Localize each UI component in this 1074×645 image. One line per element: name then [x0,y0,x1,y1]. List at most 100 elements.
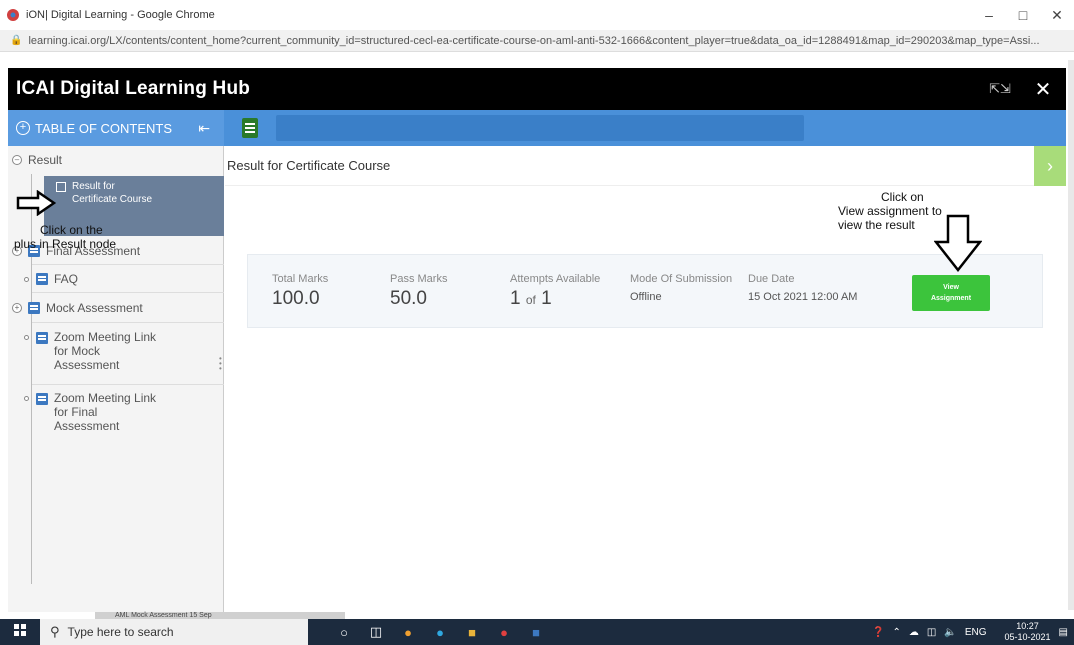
url-text[interactable]: learning.icai.org/LX/contents/content_ho… [28,35,1039,47]
help-icon[interactable]: ❓ [872,627,884,638]
label-line: Zoom Meeting Link [54,391,157,405]
fullscreen-icon[interactable]: ⇱⇲ [980,81,1020,97]
annotation-left-1: Click on the [40,223,103,237]
volume-icon[interactable]: 🔈 [944,627,956,638]
sidebar-item-label: FAQ [54,272,79,286]
button-line: View [943,284,959,291]
taskbar-apps: ○ ◫ ● ● ■ ● ■ [328,624,552,640]
divider [32,384,224,385]
mode-value: Offline [630,291,662,303]
label-line: Zoom Meeting Link [54,330,157,344]
onedrive-icon[interactable]: ☁ [909,627,919,638]
sidebar-item-faq[interactable]: FAQ [22,272,78,286]
sidebar-item-mock-assessment[interactable]: + Mock Assessment [12,301,143,315]
sidebar-item-label-selected: Result for Certificate Course [72,180,152,206]
search-icon: ⚲ [50,624,60,639]
sidebar-item-label: Mock Assessment [46,301,143,315]
page-title: Result for Certificate Course [225,146,1066,186]
minus-circle-icon[interactable]: – [12,155,22,165]
plus-circle-icon: + [16,121,30,135]
attempts-of: of [525,293,536,307]
edge-icon[interactable]: ● [424,625,456,640]
next-arrow-button[interactable]: › [1034,146,1066,186]
tree-connector [31,174,32,584]
selected-line-1: Result for [72,181,115,192]
due-date-field: Due Date 15 Oct 2021 12:00 AM [748,273,857,303]
cortana-icon[interactable]: ○ [328,625,360,640]
chevron-up-icon[interactable]: ⌃ [893,627,901,638]
file-explorer-icon[interactable]: ■ [456,625,488,640]
mode-field: Mode Of Submission Offline [630,273,732,303]
label-line: for Mock [54,344,101,358]
sidebar-item-label: Zoom Meeting Link for Mock Assessment [54,330,156,372]
page-scrollbar[interactable] [1068,60,1074,610]
content-toolbar: + TABLE OF CONTENTS ⇤ [8,110,1066,146]
page-icon [36,332,48,344]
page-icon [36,393,48,405]
pass-marks-label: Pass Marks [390,273,448,285]
annotation-right-2: View assignment to [838,204,942,218]
plus-circle-icon[interactable]: + [12,303,22,313]
annotation-left-2: plus in Result node [14,237,117,251]
taskbar-search-box[interactable]: ⚲ Type here to search [40,619,308,645]
chrome-taskbar-icon[interactable]: ● [488,625,520,640]
network-icon[interactable]: ◫ [927,627,936,638]
pass-marks-value: 50.0 [390,288,427,309]
result-card: Total Marks 100.0 Pass Marks 50.0 Attemp… [247,254,1043,328]
browser-titlebar: iON| Digital Learning - Google Chrome – … [0,0,1074,30]
app-title: ICAI Digital Learning Hub [16,78,251,99]
attempts-value: 1 of 1 [510,288,600,310]
sidebar-resize-handle[interactable]: • • • [219,355,222,373]
close-window-icon[interactable]: ✕ [1040,7,1074,24]
collapse-sidebar-icon[interactable]: ⇤ [198,120,210,137]
sidebar-item-label: Result [28,153,63,167]
sidebar-item-result[interactable]: – Result [12,153,62,167]
label-line: Assessment [54,358,120,372]
firefox-icon[interactable]: ● [392,625,424,640]
due-date-label: Due Date [748,273,795,285]
start-button[interactable] [0,623,40,641]
annotation-right-1: Click on [881,190,924,204]
clock-date: 05-10-2021 [1004,632,1051,642]
mode-label: Mode Of Submission [630,273,733,285]
minimize-icon[interactable]: – [972,7,1006,23]
app-header: ICAI Digital Learning Hub ⇱⇲ ✕ [8,68,1066,110]
divider [32,292,224,293]
attempts-used: 1 [510,288,521,309]
page-icon [36,273,48,285]
bullet-icon [24,396,29,401]
total-marks-value: 100.0 [272,288,320,309]
bullet-icon [24,335,29,340]
test-icon [56,182,66,192]
chrome-app-icon [7,9,19,21]
content-search-bar[interactable] [276,115,804,141]
taskbar-search-placeholder: Type here to search [67,625,174,639]
maximize-icon[interactable]: □ [1006,7,1040,23]
pass-marks-field: Pass Marks 50.0 [390,273,447,310]
attempts-field: Attempts Available 1 of 1 [510,273,600,310]
divider [32,264,224,265]
toc-label: TABLE OF CONTENTS [35,120,172,136]
page-icon [28,302,40,314]
sidebar-item-zoom-mock[interactable]: Zoom Meeting Link for Mock Assessment [22,330,156,372]
total-marks-label: Total Marks [272,273,329,285]
notifications-icon[interactable]: ▤ [1059,627,1068,638]
sidebar-item-label: Zoom Meeting Link for Final Assessment [54,391,156,433]
view-assignment-button[interactable]: View Assignment [912,275,990,311]
address-bar[interactable]: 🔒 learning.icai.org/LX/contents/content_… [0,30,1074,52]
attempts-total: 1 [541,288,552,309]
right-arrow-annotation-icon [16,190,56,216]
task-view-icon[interactable]: ◫ [360,624,392,640]
divider [32,322,224,323]
windows-logo-icon [14,624,26,636]
clock[interactable]: 10:27 05-10-2021 [997,621,1051,643]
word-icon[interactable]: ■ [520,625,552,640]
language-indicator[interactable]: ENG [965,627,987,638]
document-icon[interactable] [242,118,258,138]
label-line: Assessment [54,419,120,433]
selected-line-2: Certificate Course [72,194,153,205]
clock-time: 10:27 [1016,621,1039,631]
close-icon[interactable]: ✕ [1020,77,1066,102]
sidebar-item-zoom-final[interactable]: Zoom Meeting Link for Final Assessment [22,391,156,433]
toc-toggle[interactable]: + TABLE OF CONTENTS ⇤ [8,110,224,146]
